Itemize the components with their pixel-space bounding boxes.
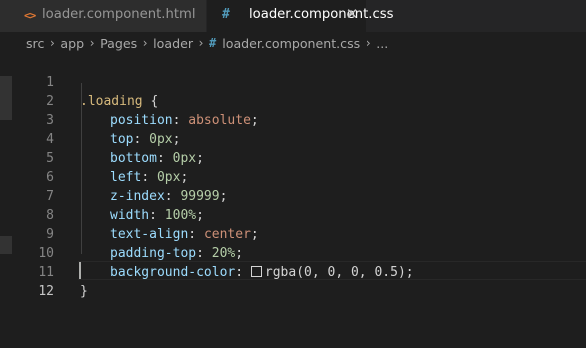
css-file-icon: # <box>222 7 230 22</box>
code-line: 9 padding-top: 20%; <box>0 206 586 261</box>
tab-bar: <> loader.component.html loader.componen… <box>0 0 586 32</box>
css-file-icon: # <box>209 36 217 50</box>
code-area[interactable]: 1 .loading { 2 position: absolute; 3 top… <box>0 54 586 348</box>
code-line: 8 text-align: center; <box>0 187 586 242</box>
breadcrumb: src › app › Pages › loader › # loader.co… <box>0 32 586 54</box>
chevron-right-icon: › <box>142 36 148 50</box>
close-icon[interactable]: ✕ <box>344 5 360 25</box>
code-line: 11 } <box>0 244 586 299</box>
breadcrumb-loader[interactable]: loader <box>153 36 193 51</box>
code-line: 6 z-index: 99999; <box>0 149 586 204</box>
line-number: 12 <box>38 284 54 299</box>
code-line: 4 bottom: 0px; <box>0 111 586 166</box>
breadcrumb-file[interactable]: loader.component.css <box>222 36 360 51</box>
breadcrumb-app[interactable]: app <box>60 36 84 51</box>
code-editor: <> loader.component.html loader.componen… <box>0 0 586 348</box>
breadcrumb-ellipsis[interactable]: ... <box>376 36 388 51</box>
tab-loader-component-html[interactable]: <> loader.component.html <box>0 0 207 32</box>
code-line: 2 position: absolute; <box>0 73 586 128</box>
tab-loader-component-css[interactable]: loader.component.css ✕ <box>207 0 394 32</box>
chevron-right-icon: › <box>198 36 204 50</box>
gutter-marker <box>0 236 12 254</box>
gutter-marker <box>0 76 12 120</box>
code-line: 3 top: 0px; <box>0 92 586 147</box>
code-line: 10 background-color: rgba(0, 0, 0, 0.5); <box>0 225 586 280</box>
close-brace: } <box>80 284 88 299</box>
chevron-right-icon: › <box>49 36 55 50</box>
tab-label: loader.component.css <box>249 7 394 22</box>
html-file-icon: <> <box>24 9 36 22</box>
breadcrumb-pages[interactable]: Pages <box>100 36 137 51</box>
chevron-right-icon: › <box>365 36 371 50</box>
breadcrumb-src[interactable]: src <box>26 36 44 51</box>
code-line: 12 <box>0 263 586 299</box>
code-line: 7 width: 100%; <box>0 168 586 223</box>
tab-label: loader.component.html <box>42 7 196 22</box>
code-line: 5 left: 0px; <box>0 130 586 185</box>
chevron-right-icon: › <box>89 36 95 50</box>
code-line: 1 .loading { <box>0 54 586 109</box>
